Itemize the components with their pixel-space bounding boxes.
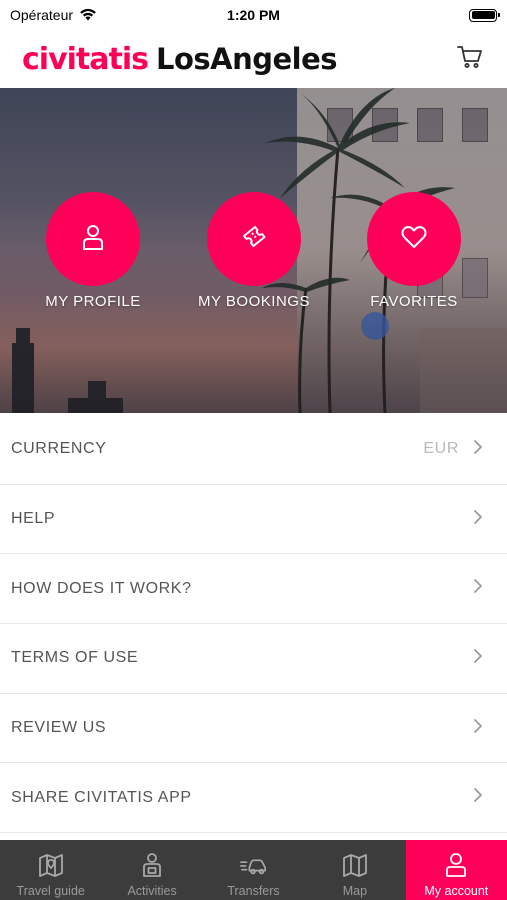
chevron-right-icon xyxy=(473,578,483,599)
my-bookings-circle xyxy=(207,192,301,286)
heart-icon xyxy=(400,224,428,255)
status-bar: Opérateur 1:20 PM xyxy=(0,0,507,30)
carrier-name: Opérateur xyxy=(10,7,74,23)
tab-travel-guide[interactable]: Travel guide xyxy=(0,840,101,900)
app-header: civitatis LosAngeles xyxy=(0,30,507,88)
menu-item-share-app[interactable]: SHARE CIVITATIS APP xyxy=(0,763,507,834)
my-profile-circle xyxy=(46,192,140,286)
tab-activities[interactable]: Activities xyxy=(101,840,202,900)
account-icon xyxy=(442,852,470,878)
favorites-button[interactable]: FAVORITES xyxy=(344,192,484,310)
menu-item-right xyxy=(473,578,483,599)
menu-item-label: HELP xyxy=(11,510,56,528)
favorites-circle xyxy=(367,192,461,286)
currency-value: EUR xyxy=(423,440,459,458)
tab-label: My account xyxy=(424,884,489,898)
menu-item-right xyxy=(473,509,483,530)
account-menu: CURRENCY EUR HELP HOW DOES IT WORK? TERM… xyxy=(0,415,507,834)
tab-my-account[interactable]: My account xyxy=(405,840,507,900)
chevron-right-icon xyxy=(473,648,483,669)
bottom-tab-bar: Travel guide Activities Transfers Map My… xyxy=(0,840,507,900)
brand-logo[interactable]: civitatis LosAngeles xyxy=(22,41,338,77)
my-bookings-label: MY BOOKINGS xyxy=(198,293,310,310)
my-profile-button[interactable]: MY PROFILE xyxy=(23,192,163,310)
tab-transfers[interactable]: Transfers xyxy=(203,840,304,900)
brand-name: civitatis xyxy=(22,41,149,77)
tab-map[interactable]: Map xyxy=(304,840,405,900)
menu-item-label: CURRENCY xyxy=(11,440,107,458)
chevron-right-icon xyxy=(473,509,483,530)
menu-item-right: EUR xyxy=(423,439,483,460)
menu-item-right xyxy=(473,718,483,739)
menu-item-right xyxy=(473,648,483,669)
menu-item-label: HOW DOES IT WORK? xyxy=(11,579,192,597)
menu-item-help[interactable]: HELP xyxy=(0,484,507,555)
tab-label: Travel guide xyxy=(16,884,85,898)
hero-actions: MY PROFILE MY BOOKINGS FAVORITES xyxy=(0,192,507,322)
menu-item-label: REVIEW US xyxy=(11,719,107,737)
menu-item-review-us[interactable]: REVIEW US xyxy=(0,693,507,764)
status-left: Opérateur xyxy=(10,7,97,24)
menu-item-currency[interactable]: CURRENCY EUR xyxy=(0,415,507,485)
car-icon xyxy=(239,852,268,878)
tab-label: Map xyxy=(342,884,368,898)
chevron-right-icon xyxy=(473,439,483,460)
hero-banner: MY PROFILE MY BOOKINGS FAVORITES xyxy=(0,88,507,413)
chevron-right-icon xyxy=(473,787,483,808)
wifi-icon xyxy=(79,7,97,24)
map-icon xyxy=(341,852,369,878)
my-bookings-button[interactable]: MY BOOKINGS xyxy=(184,192,324,310)
menu-item-label: SHARE CIVITATIS APP xyxy=(11,788,192,806)
cart-icon xyxy=(457,45,483,74)
tab-label: Activities xyxy=(127,884,177,898)
user-icon xyxy=(80,223,106,256)
ticket-icon xyxy=(240,223,268,256)
cart-button[interactable] xyxy=(455,44,485,74)
menu-item-terms-of-use[interactable]: TERMS OF USE xyxy=(0,624,507,694)
my-profile-label: MY PROFILE xyxy=(45,293,141,310)
menu-item-label: TERMS OF USE xyxy=(11,649,139,667)
map-pin-icon xyxy=(37,852,65,878)
city-name: LosAngeles xyxy=(155,41,338,76)
battery-icon xyxy=(469,8,500,22)
tab-label: Transfers xyxy=(227,884,280,898)
activities-icon xyxy=(138,852,166,878)
favorites-label: FAVORITES xyxy=(370,293,458,310)
menu-item-right xyxy=(473,787,483,808)
menu-item-how-does-it-work[interactable]: HOW DOES IT WORK? xyxy=(0,554,507,625)
chevron-right-icon xyxy=(473,718,483,739)
